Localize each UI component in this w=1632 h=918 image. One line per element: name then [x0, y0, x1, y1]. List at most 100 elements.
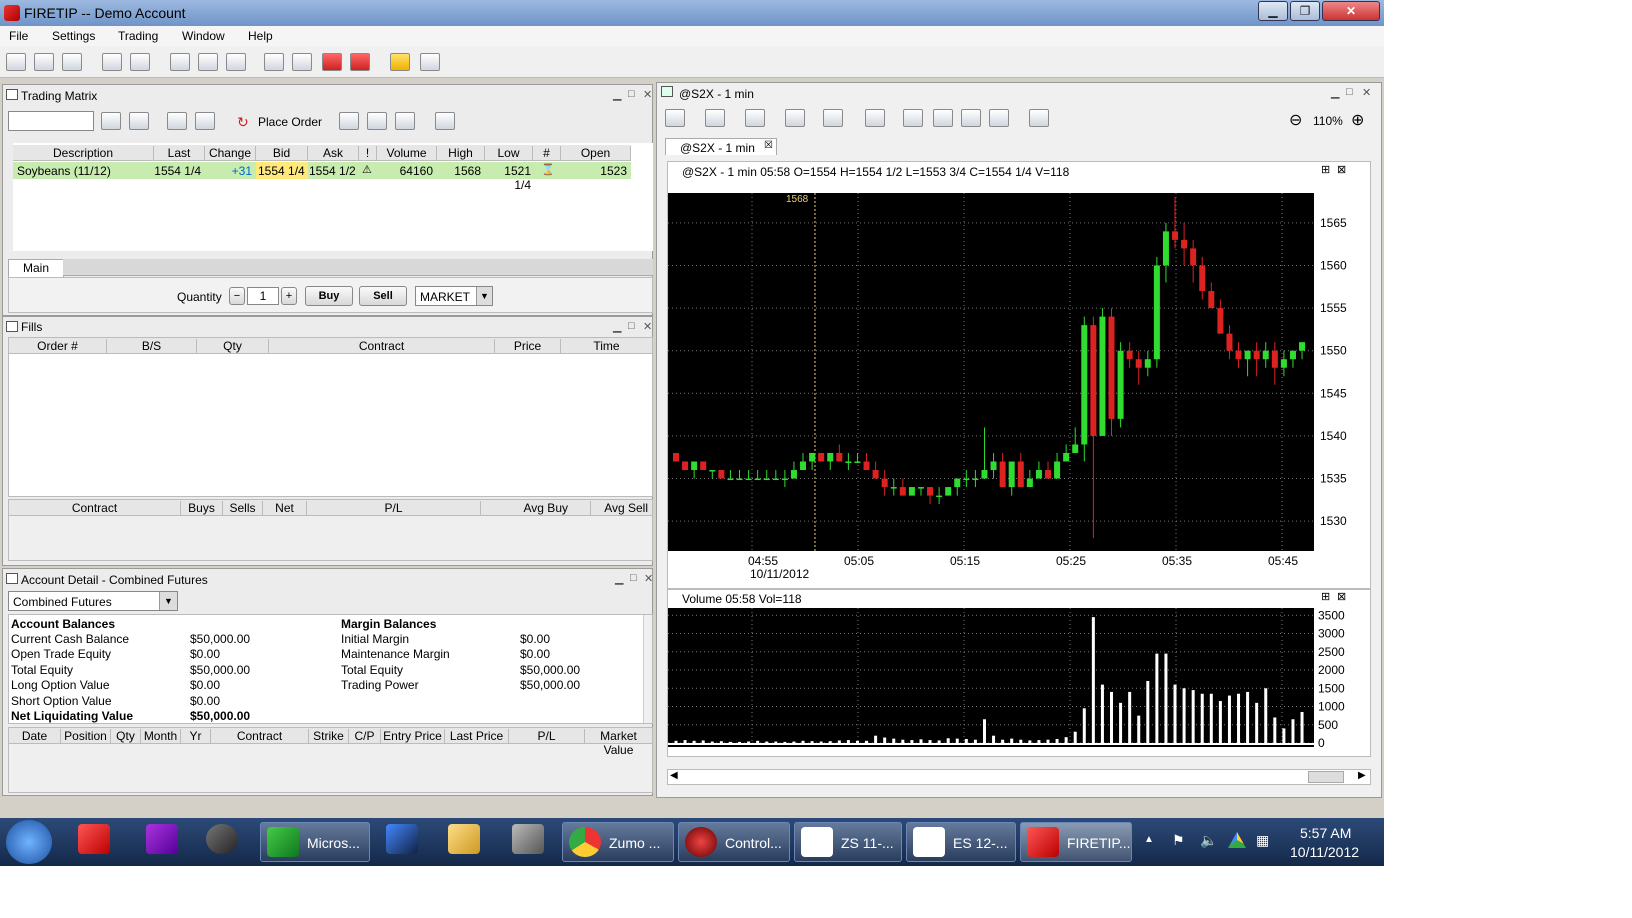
col-buy-sell[interactable]: B/S	[107, 339, 197, 354]
layout-icon[interactable]	[34, 53, 54, 71]
chart-horizontal-scrollbar[interactable]: ◀ ▶	[667, 769, 1371, 785]
col-order-number[interactable]: Order #	[9, 339, 107, 354]
pane-close-icon[interactable]: ⊠	[1337, 590, 1346, 603]
checklist-icon[interactable]	[226, 53, 246, 71]
col-count[interactable]: #	[533, 146, 561, 161]
quote-board-icon[interactable]	[264, 53, 284, 71]
tray-expand-icon[interactable]: ▲	[1144, 834, 1154, 845]
chart-tab[interactable]: @S2X - 1 min ☒	[665, 138, 777, 155]
account-selector[interactable]: Combined Futures ▼	[8, 591, 178, 611]
eraser-icon[interactable]	[989, 109, 1009, 127]
quantity-decrement-button[interactable]: −	[229, 287, 245, 305]
panel-close-icon[interactable]: ✕	[643, 320, 652, 333]
col-strike[interactable]: Strike	[309, 729, 349, 744]
taskbar-item-zs-chart[interactable]: ZS 11-...	[794, 822, 902, 862]
col-low[interactable]: Low	[485, 146, 533, 161]
col-qty[interactable]: Qty	[111, 729, 141, 744]
panel-minimize-icon[interactable]: ▁	[1331, 86, 1339, 99]
scroll-thumb[interactable]	[1308, 771, 1344, 783]
col-market-value[interactable]: Market Value	[585, 729, 652, 757]
hourglass-icon[interactable]	[420, 53, 440, 71]
col-last-price[interactable]: Last Price	[445, 729, 509, 744]
highlighter-icon[interactable]	[961, 109, 981, 127]
start-button[interactable]	[6, 820, 52, 864]
sell-button[interactable]: Sell	[359, 286, 407, 306]
insert-row-icon[interactable]	[167, 112, 187, 130]
alert-warning-icon[interactable]: ⚠	[362, 163, 372, 176]
col-pl[interactable]: P/L	[307, 501, 481, 516]
transfer-up-icon[interactable]	[322, 53, 342, 71]
balances-scrollbar[interactable]	[643, 615, 652, 723]
panel-close-icon[interactable]: ✕	[643, 88, 652, 101]
zoom-in-icon[interactable]: ⊕	[1351, 110, 1364, 130]
drive-icon[interactable]	[1228, 832, 1246, 848]
chevron-down-icon[interactable]: ▼	[476, 287, 492, 305]
draw-trendline-icon[interactable]	[823, 109, 843, 127]
folder-icon[interactable]	[448, 824, 480, 854]
taskbar-item-chrome[interactable]: Zumo ...	[562, 822, 674, 862]
chart-type-icon[interactable]	[665, 109, 685, 127]
monitor-icon[interactable]	[170, 53, 190, 71]
col-month[interactable]: Month	[141, 729, 181, 744]
exchange-icon[interactable]	[395, 112, 415, 130]
pane-expand-icon[interactable]: ⊞	[1321, 163, 1330, 176]
chart-link-icon[interactable]	[339, 112, 359, 130]
clock-date[interactable]: 10/11/2012	[1290, 844, 1359, 860]
pane-expand-icon[interactable]: ⊞	[1321, 590, 1330, 603]
col-date[interactable]: Date	[9, 729, 61, 744]
panel-maximize-icon[interactable]: □	[628, 320, 635, 332]
taskbar-item-firetip[interactable]: FIRETIP...	[1020, 822, 1132, 862]
buy-button[interactable]: Buy	[305, 286, 353, 306]
transfer-left-icon[interactable]	[350, 53, 370, 71]
quantity-increment-button[interactable]: +	[281, 287, 297, 305]
col-contract[interactable]: Contract	[211, 729, 309, 744]
volume-icon[interactable]: 🔈	[1200, 832, 1217, 849]
maximize-button[interactable]: ❐	[1290, 1, 1320, 21]
flag-icon[interactable]: ⚑	[1172, 832, 1185, 849]
col-time[interactable]: Time	[561, 339, 652, 354]
tab-close-icon[interactable]: ☒	[764, 140, 773, 151]
camera-icon[interactable]	[102, 53, 122, 71]
tab-main[interactable]: Main	[8, 259, 64, 277]
scroll-left-icon[interactable]: ◀	[670, 770, 678, 781]
col-change[interactable]: Change	[205, 146, 256, 161]
col-bid[interactable]: Bid	[256, 146, 308, 161]
network-icon[interactable]: ▦	[1256, 832, 1269, 849]
col-entry-price[interactable]: Entry Price	[381, 729, 445, 744]
col-description[interactable]: Description	[13, 146, 154, 161]
steam-icon[interactable]	[206, 824, 238, 854]
clock-time[interactable]: 5:57 AM	[1300, 825, 1351, 841]
close-button[interactable]: ✕	[1322, 1, 1380, 21]
col-high[interactable]: High	[437, 146, 485, 161]
copy-window-icon[interactable]	[435, 112, 455, 130]
col-year[interactable]: Yr	[181, 729, 211, 744]
messenger-icon[interactable]	[146, 824, 178, 854]
menu-help[interactable]: Help	[248, 29, 273, 43]
quote-row-soybeans[interactable]: Soybeans (11/12) 1554 1/4 +31 1554 1/4 1…	[13, 162, 631, 192]
col-last[interactable]: Last	[154, 146, 205, 161]
mail-icon[interactable]	[512, 824, 544, 854]
col-ask[interactable]: Ask	[308, 146, 359, 161]
pane-close-icon[interactable]: ⊠	[1337, 163, 1346, 176]
col-pl[interactable]: P/L	[509, 729, 585, 744]
menu-window[interactable]: Window	[182, 29, 225, 43]
price-chart[interactable]: 1565 1560 1555 1550 1545 1540 1535 1530 04:55 05:…	[668, 180, 1370, 588]
minimize-button[interactable]: ▁	[1258, 1, 1288, 21]
panel-minimize-icon[interactable]: ▁	[613, 320, 621, 333]
chart-indicators-icon[interactable]	[785, 109, 805, 127]
menu-file[interactable]: File	[9, 29, 28, 43]
scroll-right-icon[interactable]: ▶	[1358, 770, 1366, 781]
order-ticket-icon[interactable]	[198, 53, 218, 71]
col-alert[interactable]: !	[359, 146, 377, 161]
menu-settings[interactable]: Settings	[52, 29, 95, 43]
col-qty[interactable]: Qty	[197, 339, 269, 354]
word-icon[interactable]	[386, 824, 418, 854]
col-avg-buy[interactable]: Avg Buy	[481, 501, 591, 516]
delete-row-icon[interactable]	[195, 112, 215, 130]
panel-minimize-icon[interactable]: ▁	[615, 572, 623, 585]
pencil-icon[interactable]	[903, 109, 923, 127]
col-position[interactable]: Position	[61, 729, 111, 744]
warning-icon[interactable]	[390, 53, 410, 71]
taskbar-item-es-chart[interactable]: ES 12-...	[906, 822, 1016, 862]
workspace-icon[interactable]	[6, 53, 26, 71]
